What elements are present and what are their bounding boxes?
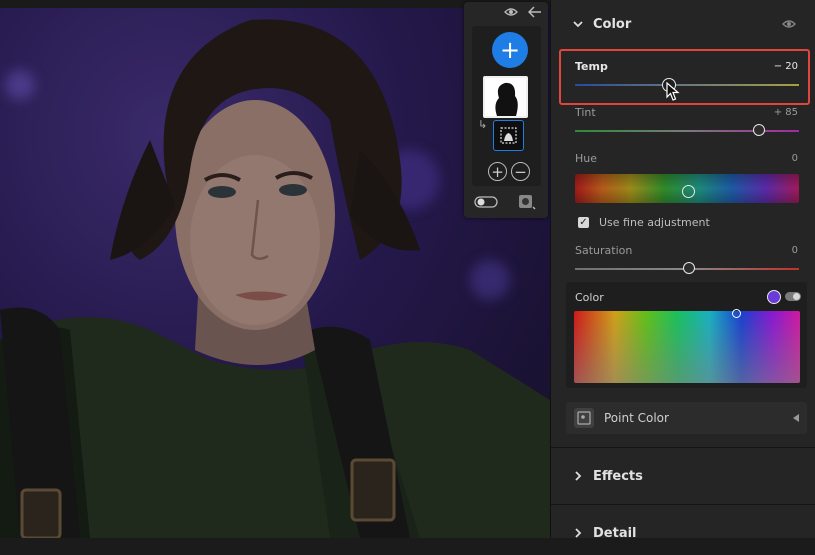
subtract-from-mask-button[interactable]: − [511, 162, 530, 181]
eye-icon[interactable] [504, 7, 518, 17]
hue-slider-thumb[interactable] [682, 185, 695, 198]
triangle-left-icon [793, 414, 799, 422]
saturation-slider-thumb[interactable] [683, 262, 695, 274]
point-color-row[interactable]: Point Color [566, 402, 807, 434]
eye-icon[interactable] [782, 19, 796, 29]
detail-section-header[interactable]: Detail [551, 511, 815, 555]
tint-slider-track[interactable] [575, 130, 799, 132]
tint-slider-thumb[interactable] [753, 124, 765, 136]
saturation-label: Saturation [575, 244, 633, 257]
color-picker-handle[interactable] [732, 309, 741, 318]
color-picker-toggle[interactable] [785, 292, 801, 301]
edit-panel: Color Temp − 20 Tint + 85 Hue 0 ✓ Use fi… [550, 0, 815, 541]
effects-section-title: Effects [593, 468, 643, 484]
mask-overlay-options-icon[interactable] [518, 194, 536, 210]
temp-highlight-box [559, 49, 810, 105]
collapse-arrow-icon[interactable] [528, 6, 542, 18]
tint-label: Tint [575, 106, 596, 119]
fine-adjustment-label: Use fine adjustment [599, 216, 710, 229]
color-picker-box: Color [566, 282, 807, 388]
masks-list: + ↳ + − [472, 26, 541, 186]
point-color-icon [574, 408, 594, 428]
color-section-title: Color [593, 16, 632, 32]
color-section-header[interactable]: Color [551, 2, 815, 46]
point-color-label: Point Color [604, 411, 669, 425]
saturation-value[interactable]: 0 [792, 245, 798, 256]
create-mask-button[interactable]: + [492, 32, 528, 68]
section-divider [551, 504, 815, 505]
detail-section-title: Detail [593, 525, 637, 541]
color-picker-field[interactable] [574, 309, 800, 383]
subject-silhouette-icon [495, 82, 518, 116]
mask-thumbnail-subject[interactable] [483, 76, 528, 118]
hue-value[interactable]: 0 [792, 153, 798, 164]
effects-section-header[interactable]: Effects [551, 454, 815, 498]
masks-panel-header [464, 2, 548, 22]
color-picker-label: Color [575, 291, 604, 304]
masks-panel: + ↳ + − [464, 2, 548, 218]
mask-pattern-icon [500, 127, 517, 144]
masks-panel-footer [464, 188, 548, 218]
linked-mask-icon: ↳ [478, 118, 488, 131]
add-to-mask-button[interactable]: + [488, 162, 507, 181]
overlay-toggle-icon[interactable] [474, 196, 498, 208]
hue-label: Hue [575, 152, 598, 165]
chevron-down-icon [573, 21, 583, 28]
color-swatch[interactable] [767, 290, 781, 304]
section-divider [551, 447, 815, 448]
fine-adjustment-checkbox[interactable]: ✓ [578, 217, 589, 228]
tint-value[interactable]: + 85 [774, 107, 798, 118]
mask-thumbnail-selected[interactable] [493, 120, 524, 151]
chevron-right-icon [575, 528, 582, 538]
chevron-right-icon [575, 471, 582, 481]
